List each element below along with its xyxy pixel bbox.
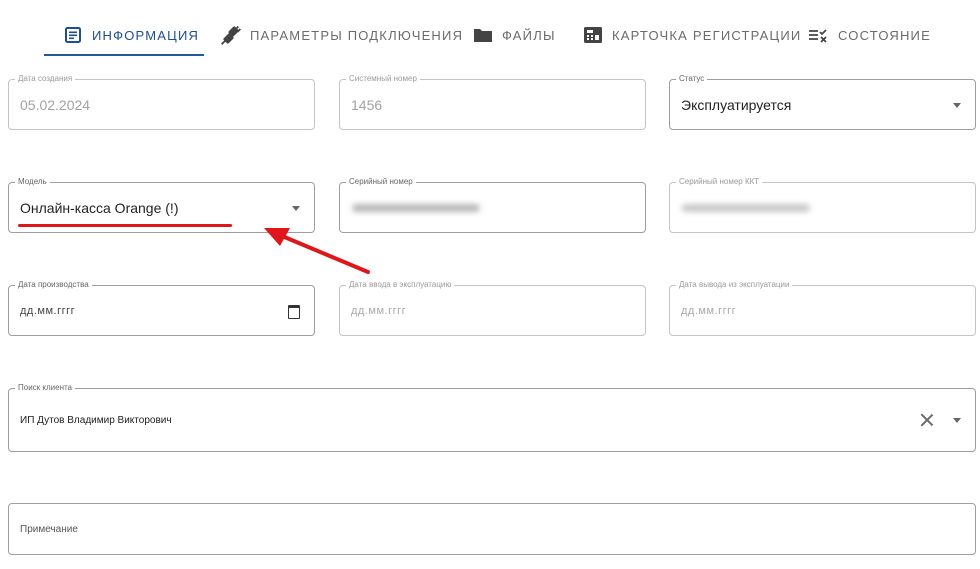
plug-icon xyxy=(220,25,242,45)
commissioning-date-input: Дата ввода в эксплуатацию дд.мм.гггг xyxy=(339,279,646,336)
serial-number-field[interactable]: Серийный номер xyxy=(339,176,646,233)
tab-bar: Информация Параметры подключения Файлы К… xyxy=(0,0,980,60)
client-search-autocomplete[interactable]: Поиск клиента ИП Дутов Владимир Викторов… xyxy=(8,382,976,452)
date-placeholder: дд.мм.гггг xyxy=(681,304,737,317)
tab-label: Параметры подключения xyxy=(250,27,464,43)
date-placeholder: дд.мм.гггг xyxy=(20,304,76,317)
note-placeholder: Примечание xyxy=(20,523,78,535)
tab-label: Состояние xyxy=(838,27,931,43)
decommissioning-date-input: Дата вывода из эксплуатации дд.мм.гггг xyxy=(669,279,976,336)
document-icon xyxy=(62,25,84,45)
field-value: ИП Дутов Владимир Викторович xyxy=(20,414,172,426)
status-select[interactable]: Статус Эксплуатируется xyxy=(669,73,976,130)
field-label: Серийный номер ККТ xyxy=(676,176,763,188)
folder-icon xyxy=(472,25,494,45)
field-label: Серийный номер xyxy=(346,176,416,188)
kkt-serial-number-field: Серийный номер ККТ xyxy=(669,176,976,233)
production-date-input[interactable]: Дата производства дд.мм.гггг xyxy=(8,279,315,336)
tab-registration-card[interactable]: Карточка регистрации xyxy=(582,20,801,50)
system-number-field: Системный номер 1456 xyxy=(339,73,646,130)
checklist-icon xyxy=(808,25,830,45)
annotation-underline xyxy=(18,224,232,227)
field-value: 05.02.2024 xyxy=(20,96,91,113)
tab-connection-params[interactable]: Параметры подключения xyxy=(220,20,463,50)
note-textarea[interactable]: Примечание xyxy=(8,503,976,555)
tab-label: Карточка регистрации xyxy=(612,27,802,43)
tab-information[interactable]: Информация xyxy=(62,20,199,50)
cash-register-icon xyxy=(582,25,604,45)
tab-state[interactable]: Состояние xyxy=(808,20,931,50)
chevron-down-icon[interactable] xyxy=(953,102,961,108)
calendar-icon[interactable] xyxy=(288,304,300,319)
field-value: 1456 xyxy=(351,96,383,113)
date-placeholder: дд.мм.гггг xyxy=(351,304,407,317)
redacted-value xyxy=(352,203,480,212)
tab-label: Файлы xyxy=(502,27,556,43)
tab-label: Информация xyxy=(92,27,200,43)
chevron-down-icon[interactable] xyxy=(953,418,961,423)
clear-icon[interactable] xyxy=(919,412,935,428)
created-date-field: Дата создания 05.02.2024 xyxy=(8,73,315,130)
active-tab-indicator xyxy=(44,54,204,56)
tab-files[interactable]: Файлы xyxy=(472,20,556,50)
field-value: Эксплуатируется xyxy=(681,96,792,113)
chevron-down-icon[interactable] xyxy=(292,205,300,211)
redacted-value xyxy=(682,203,810,212)
